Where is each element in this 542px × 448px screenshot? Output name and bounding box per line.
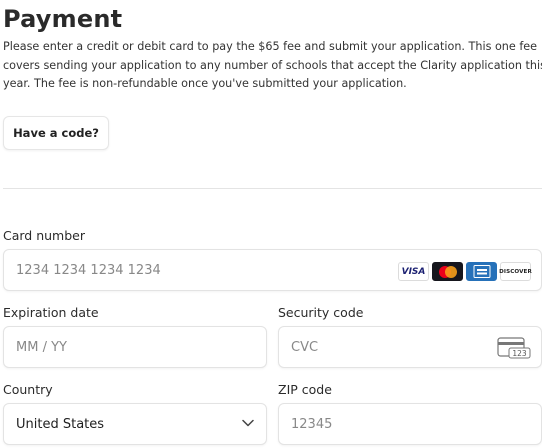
security-code-field[interactable]: 123: [278, 326, 542, 368]
expiration-date-input[interactable]: [16, 327, 256, 367]
card-number-field[interactable]: VISA DISCOVER: [3, 249, 542, 291]
security-code-label: Security code: [278, 305, 364, 320]
zip-code-label: ZIP code: [278, 382, 332, 397]
chevron-down-icon: [242, 419, 254, 427]
country-selected-value: United States: [16, 416, 105, 432]
page-title: Payment: [3, 5, 123, 33]
country-label: Country: [3, 382, 53, 397]
cvc-card-icon: 123: [497, 337, 531, 359]
cvc-icon-text: 123: [512, 349, 527, 358]
country-select[interactable]: United States: [3, 403, 267, 445]
card-number-input[interactable]: [16, 250, 386, 290]
zip-code-field[interactable]: [278, 403, 542, 445]
section-divider: [3, 188, 542, 189]
mastercard-icon: [432, 262, 463, 281]
discover-icon: DISCOVER: [499, 262, 532, 281]
security-code-input[interactable]: [291, 327, 491, 367]
zip-code-input[interactable]: [291, 404, 531, 444]
payment-description: Please enter a credit or debit card to p…: [3, 38, 542, 94]
visa-icon: VISA: [398, 262, 429, 281]
description-line: year. The fee is non-refundable once you…: [3, 77, 407, 90]
description-line: Please enter a credit or debit card to p…: [3, 40, 538, 53]
expiration-date-label: Expiration date: [3, 305, 99, 320]
card-number-label: Card number: [3, 228, 86, 243]
amex-icon: [466, 262, 497, 281]
expiration-date-field[interactable]: [3, 326, 267, 368]
card-brands: VISA DISCOVER: [398, 262, 532, 281]
description-line: covers sending your application to any n…: [3, 58, 542, 72]
have-a-code-button[interactable]: Have a code?: [3, 116, 109, 150]
